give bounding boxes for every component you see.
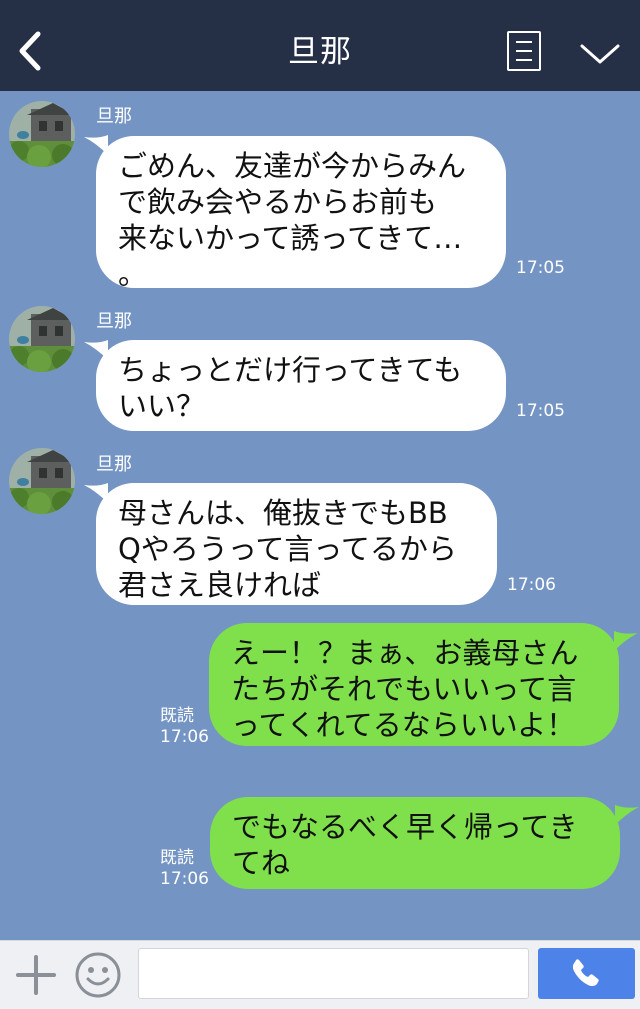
message-input[interactable]: [138, 948, 529, 999]
message-bubble-incoming[interactable]: 母さんは、俺抜きでもBB Qやろうって言ってるから 君さえ良ければ: [96, 483, 497, 605]
message-time: 17:06: [160, 727, 209, 747]
avatar[interactable]: [9, 306, 75, 372]
chat-title: 旦那: [288, 34, 352, 70]
read-receipt: 既読 17:06: [160, 848, 209, 890]
message-line: ってくれてるならいいよ！: [231, 708, 576, 742]
message-bubble-incoming[interactable]: ごめん、友達が今からみん で飲み会やるからお前も 来ないかって誘ってきて… 。: [96, 136, 506, 291]
message-line: で飲み会やるからお前も: [118, 185, 438, 219]
message-line: Qやろうって言ってるから: [118, 532, 457, 566]
read-status: 既読: [160, 848, 194, 868]
read-status: 既読: [160, 706, 194, 726]
message-line: 来ないかって誘ってきて…: [118, 221, 463, 255]
chat-area[interactable]: 旦那 ごめん、友達が今からみん で飲み会やるからお前も 来ないかって誘ってきて……: [0, 91, 640, 940]
bubble-tail: [614, 631, 638, 651]
emoji-icon: [75, 952, 121, 998]
message-time: 17:05: [516, 258, 565, 278]
message-line: ちょっとだけ行ってきても: [118, 353, 463, 387]
input-bar: [0, 940, 640, 1009]
message-line: 。: [118, 257, 148, 291]
message-line: 君さえ良ければ: [118, 568, 322, 602]
message-time: 17:05: [516, 401, 565, 421]
message-line: てね: [232, 846, 291, 880]
sender-name: 旦那: [96, 106, 132, 127]
message-line: いい？: [118, 389, 206, 423]
bubble-tail: [615, 805, 639, 825]
sender-name: 旦那: [96, 311, 132, 332]
message-bubble-outgoing[interactable]: でもなるべく早く帰ってき てね: [210, 797, 620, 889]
message-line: えー！？まぁ、お義母さん: [231, 636, 579, 670]
read-receipt: 既読 17:06: [160, 706, 209, 748]
menu-button[interactable]: [507, 31, 541, 71]
plus-icon: [16, 955, 56, 995]
add-button[interactable]: [14, 953, 58, 997]
collapse-button[interactable]: [578, 38, 622, 68]
message-bubble-incoming[interactable]: ちょっとだけ行ってきても いい？: [96, 340, 506, 431]
message-line: ごめん、友達が今からみん: [118, 149, 467, 183]
avatar[interactable]: [9, 101, 75, 167]
message-line: 母さんは、俺抜きでもBB: [118, 496, 448, 530]
message-time: 17:06: [507, 575, 556, 595]
emoji-button[interactable]: [74, 951, 122, 999]
sender-name: 旦那: [96, 454, 132, 475]
message-line: たちがそれでもいいって言: [231, 672, 577, 706]
message-time: 17:06: [160, 869, 209, 889]
avatar[interactable]: [9, 448, 75, 514]
message-bubble-outgoing[interactable]: えー！？まぁ、お義母さん たちがそれでもいいって言 ってくれてるならいいよ！: [209, 623, 619, 746]
chevron-down-icon: [580, 44, 620, 64]
message-line: でもなるべく早く帰ってき: [232, 810, 578, 844]
chat-header: 旦那: [0, 0, 640, 91]
call-button[interactable]: [538, 948, 635, 999]
phone-icon: [572, 959, 599, 987]
